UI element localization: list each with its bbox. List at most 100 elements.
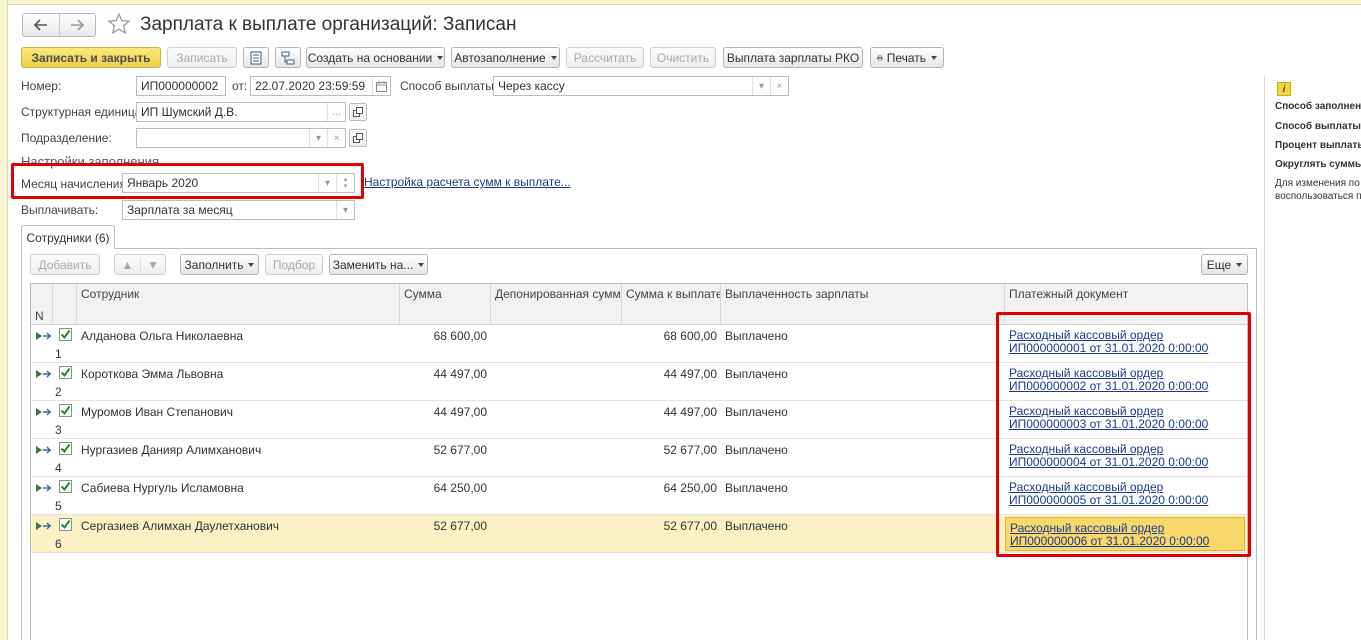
structure-button[interactable] [275,47,301,68]
cell-to-pay[interactable]: 52 677,00 [622,515,721,553]
tab-employees[interactable]: Сотрудники (6) [21,225,115,249]
cell-deposited[interactable] [491,477,622,515]
select-button[interactable]: Подбор [265,254,323,275]
cell-deposited[interactable] [491,325,622,363]
fill-button[interactable]: Заполнить [180,254,259,275]
cell-employee[interactable]: Сергазиев Алимхан Даулетханович [77,515,400,553]
month-field[interactable]: Январь 2020 ▾ ▴ ▾ [122,173,355,193]
cell-deposited[interactable] [491,515,622,553]
chevron-down-icon[interactable]: ▾ [318,174,336,192]
cell-doc-link[interactable]: Расходный кассовый ордер ИП000000003 от … [1005,401,1245,439]
cell-employee[interactable]: Алданова Ольга Николаевна [77,325,400,363]
cell-doc-link[interactable]: Расходный кассовый ордер ИП000000005 от … [1005,477,1245,515]
clear-button[interactable]: Очистить [650,47,716,68]
cell-sum[interactable]: 44 497,00 [400,363,491,401]
row-checkbox[interactable] [59,442,72,455]
forward-button[interactable] [58,14,96,36]
calculate-button[interactable]: Рассчитать [566,47,644,68]
info-line-5: Для изменения по [1275,178,1360,189]
cell-to-pay[interactable]: 44 497,00 [622,363,721,401]
cell-doc-link[interactable]: Расходный кассовый ордер ИП000000001 от … [1005,325,1245,363]
cell-status[interactable]: Выплачено [721,439,1005,477]
cell-deposited[interactable] [491,401,622,439]
table-row[interactable]: 6 Сергазиев Алимхан Даулетханович 52 677,0… [31,515,1247,553]
payment-method-field[interactable]: Через кассу ▾ × [493,76,789,96]
cell-to-pay[interactable]: 68 600,00 [622,325,721,363]
table-row[interactable]: 1 Алданова Ольга Николаевна 68 600,00 68 60… [31,325,1247,363]
cell-doc-link[interactable]: Расходный кассовый ордер ИП000000002 от … [1005,363,1245,401]
move-up-icon[interactable]: ▲ [115,258,140,272]
cell-status[interactable]: Выплачено [721,401,1005,439]
chevron-down-icon [418,262,425,267]
calendar-icon[interactable] [372,77,390,95]
row-checkbox[interactable] [59,518,72,531]
more-button[interactable]: Еще [1201,254,1248,275]
dept-field[interactable]: ▾ × [136,128,346,148]
number-label: Номер: [21,79,62,93]
row-checkbox[interactable] [59,328,72,341]
create-based-button[interactable]: Создать на основании [306,47,445,68]
header-sum[interactable]: Сумма [400,284,491,325]
journal-button[interactable] [243,47,269,68]
cell-employee[interactable]: Сабиева Нургуль Исламовна [77,477,400,515]
row-number: 5 [55,499,62,513]
table-row[interactable]: 4 Нургазиев Данияр Алимханович 52 677,00 52… [31,439,1247,477]
cell-sum[interactable]: 68 600,00 [400,325,491,363]
back-button[interactable] [23,14,59,36]
add-row-button[interactable]: Добавить [30,254,100,275]
cell-status[interactable]: Выплачено [721,363,1005,401]
header-deposited[interactable]: Депонированная сумма [491,284,622,325]
row-checkbox[interactable] [59,366,72,379]
spin-icon[interactable]: ▴ ▾ [336,174,354,192]
save-button[interactable]: Записать [167,47,237,68]
chevron-down-icon[interactable]: ▾ [752,77,770,95]
unit-field[interactable]: ИП Шумский Д.В. ... [136,102,346,122]
cell-employee[interactable]: Муромов Иван Степанович [77,401,400,439]
replace-button[interactable]: Заменить на... [329,254,428,275]
header-to-pay[interactable]: Сумма к выплате [622,284,721,325]
header-status[interactable]: Выплаченность зарплаты [721,284,1005,325]
cell-doc-link[interactable]: Расходный кассовый ордер ИП000000004 от … [1005,439,1245,477]
settings-link[interactable]: Настройка расчета сумм к выплате... [364,175,571,189]
header-doc[interactable]: Платежный документ [1005,284,1247,325]
row-number: 2 [55,385,62,399]
cell-to-pay[interactable]: 64 250,00 [622,477,721,515]
open-dept-button[interactable] [349,129,367,147]
table-row[interactable]: 5 Сабиева Нургуль Исламовна 64 250,00 64 25… [31,477,1247,515]
cell-sum[interactable]: 44 497,00 [400,401,491,439]
date-field[interactable]: 22.07.2020 23:59:59 [250,76,391,96]
cell-to-pay[interactable]: 44 497,00 [622,401,721,439]
cell-deposited[interactable] [491,439,622,477]
chevron-down-icon[interactable]: ▾ [309,129,327,147]
pay-rko-button[interactable]: Выплата зарплаты РКО [723,47,863,68]
move-down-icon[interactable]: ▼ [140,257,165,272]
table-row[interactable]: 3 Муромов Иван Степанович 44 497,00 44 497,… [31,401,1247,439]
cell-sum[interactable]: 52 677,00 [400,515,491,553]
cell-status[interactable]: Выплачено [721,515,1005,553]
cell-doc-link[interactable]: Расходный кассовый ордер ИП000000006 от … [1005,517,1245,551]
cell-employee[interactable]: Короткова Эмма Львовна [77,363,400,401]
cell-to-pay[interactable]: 52 677,00 [622,439,721,477]
save-close-button[interactable]: Записать и закрыть [21,47,161,68]
chevron-down-icon[interactable]: ▾ [336,201,354,219]
autofill-button[interactable]: Автозаполнение [451,47,560,68]
create-based-label: Создать на основании [307,50,433,65]
pay-field[interactable]: Зарплата за месяц ▾ [122,200,355,220]
open-unit-button[interactable] [349,103,367,121]
select-dots-icon[interactable]: ... [327,103,345,121]
cell-sum[interactable]: 64 250,00 [400,477,491,515]
cell-deposited[interactable] [491,363,622,401]
header-employee[interactable]: Сотрудник [77,284,400,325]
clear-icon[interactable]: × [327,129,345,147]
number-field[interactable]: ИП000000002 [136,76,226,96]
cell-status[interactable]: Выплачено [721,477,1005,515]
cell-employee[interactable]: Нургазиев Данияр Алимханович [77,439,400,477]
favorite-star-icon[interactable] [107,12,131,36]
row-checkbox[interactable] [59,480,72,493]
clear-icon[interactable]: × [770,77,788,95]
print-button[interactable]: Печать [870,47,944,68]
cell-status[interactable]: Выплачено [721,325,1005,363]
row-checkbox[interactable] [59,404,72,417]
table-row[interactable]: 2 Короткова Эмма Львовна 44 497,00 44 497,0… [31,363,1247,401]
cell-sum[interactable]: 52 677,00 [400,439,491,477]
